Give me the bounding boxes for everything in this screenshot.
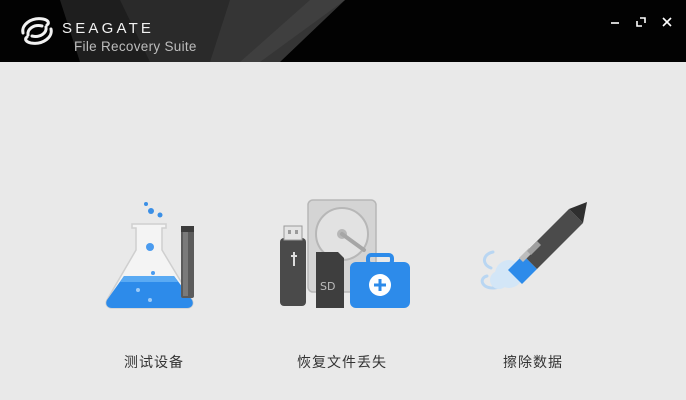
restore-icon [636, 17, 646, 27]
close-button[interactable] [658, 13, 676, 31]
brand-name: SEAGATE [62, 20, 155, 37]
minimize-button[interactable] [606, 13, 624, 31]
main-area: 测试设备 SD 恢复文件丢失 擦除数据 [0, 62, 686, 400]
flask-test-icon [105, 202, 194, 309]
erase-pencil-icon [480, 202, 587, 290]
product-name: File Recovery Suite [74, 39, 197, 54]
minimize-icon [611, 22, 619, 24]
erase-data-label: 擦除数据 [503, 355, 563, 371]
restore-button[interactable] [632, 13, 650, 31]
recover-files-tile[interactable]: SD 恢复文件丢失 [262, 192, 422, 372]
recover-files-icon: SD [280, 199, 410, 308]
test-device-tile[interactable]: 测试设备 [74, 192, 234, 372]
close-icon [662, 17, 672, 27]
erase-data-tile[interactable]: 擦除数据 [453, 192, 613, 372]
recover-files-label: 恢复文件丢失 [297, 355, 387, 371]
svg-text:SD: SD [320, 280, 335, 293]
seagate-logo-icon [21, 17, 53, 45]
test-device-label: 测试设备 [124, 355, 184, 371]
title-bar: SEAGATE File Recovery Suite [0, 0, 686, 62]
